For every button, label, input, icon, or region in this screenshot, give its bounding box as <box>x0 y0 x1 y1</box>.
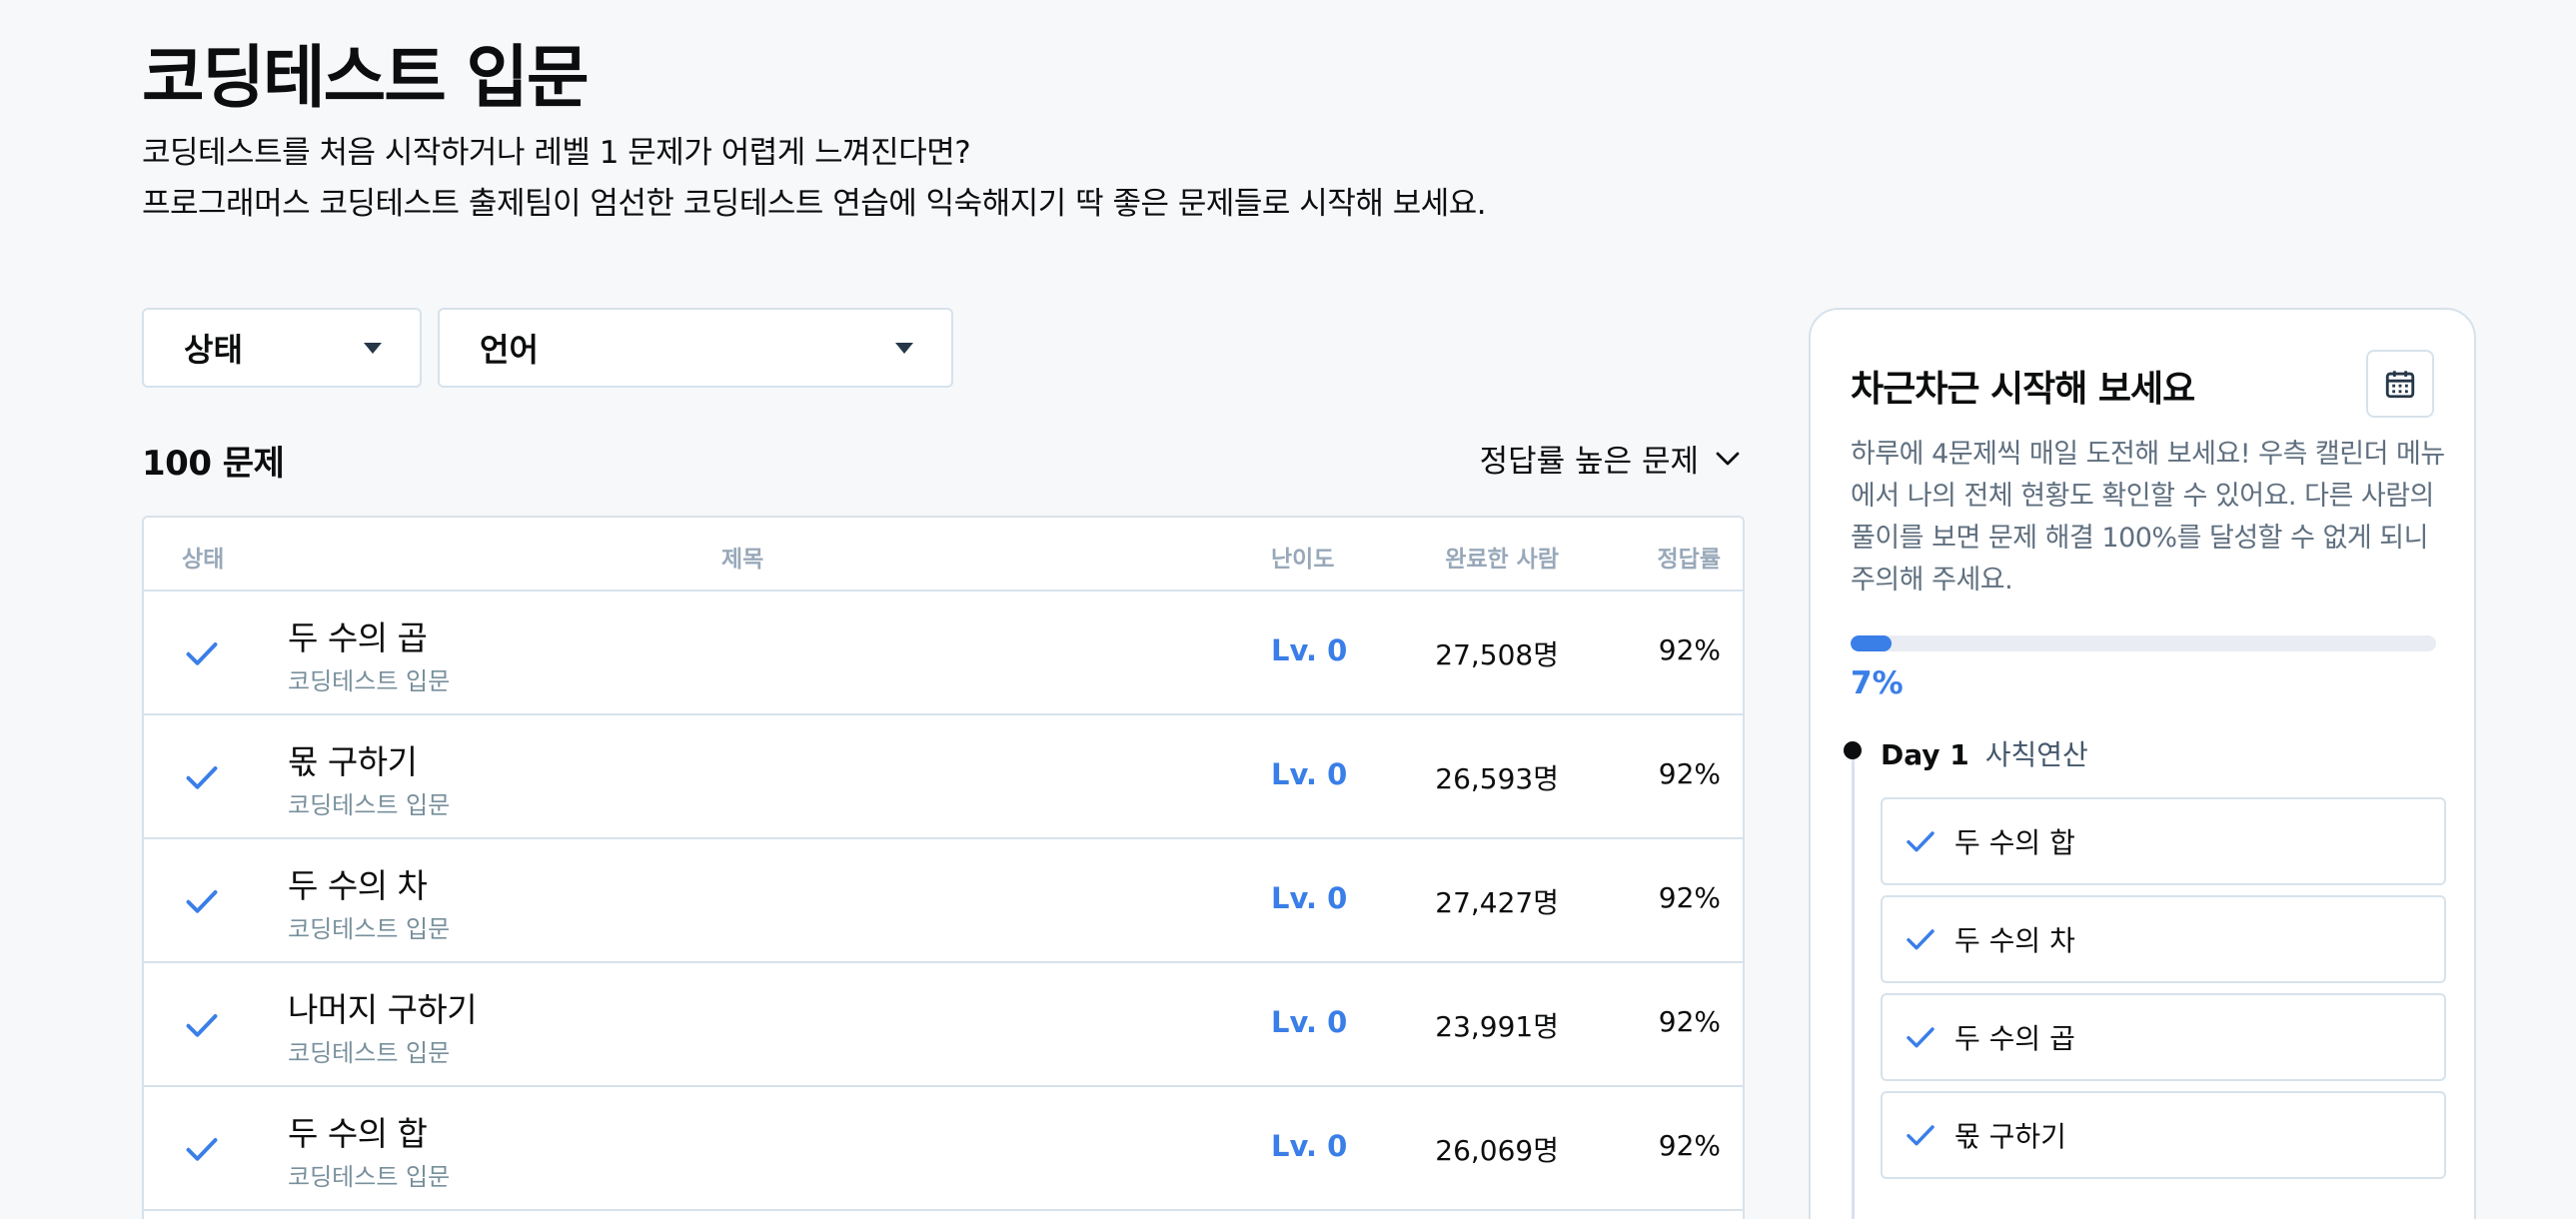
check-icon <box>1907 929 1934 950</box>
description-line-2: 프로그래머스 코딩테스트 출제팀이 엄선한 코딩테스트 연습에 익숙해지기 딱 … <box>142 186 1487 222</box>
progress-label: 7% <box>1851 665 1904 701</box>
check-icon <box>1907 1027 1934 1048</box>
description-line-1: 코딩테스트를 처음 시작하거나 레벨 1 문제가 어렵게 느껴진다면? <box>142 135 971 171</box>
task-title: 몫 구하기 <box>1954 1120 2066 1153</box>
status-filter-dropdown[interactable]: 상태 <box>142 308 422 388</box>
problem-category: 코딩테스트 입문 <box>288 1163 451 1191</box>
language-filter-dropdown[interactable]: 언어 <box>438 308 953 388</box>
check-icon <box>186 1138 218 1161</box>
task-item[interactable]: 두 수의 차 <box>1881 895 2446 983</box>
problem-category: 코딩테스트 입문 <box>288 667 451 695</box>
calendar-button[interactable] <box>2366 350 2434 418</box>
study-plan-panel: 차근차근 시작해 보세요 하루에 4문제씩 매일 도전해 보세요! 우측 캘린더… <box>1809 308 2476 1219</box>
problem-rate: 92% <box>1658 633 1721 666</box>
header-completed[interactable]: 완료한 사람 <box>1445 540 1559 574</box>
day-heading: Day 1 사칙연산 <box>1881 733 2088 773</box>
caret-down-icon <box>364 342 382 354</box>
problem-title-link[interactable]: 나머지 구하기 <box>288 983 478 1031</box>
problem-rate: 92% <box>1658 1005 1721 1038</box>
problem-category: 코딩테스트 입문 <box>288 791 451 819</box>
problem-category: 코딩테스트 입문 <box>288 915 451 943</box>
table-row[interactable]: 몫 구하기 코딩테스트 입문 Lv. 0 26,593명 92% <box>144 715 1743 839</box>
problem-completed-count: 27,427명 <box>1435 886 1559 919</box>
table-row[interactable]: 나머지 구하기 코딩테스트 입문 Lv. 0 23,991명 92% <box>144 963 1743 1087</box>
check-icon <box>186 890 218 913</box>
language-filter-label: 언어 <box>480 331 539 369</box>
problem-level: Lv. 0 <box>1271 757 1348 791</box>
table-row[interactable]: 두 수의 합 코딩테스트 입문 Lv. 0 26,069명 92% <box>144 1087 1743 1211</box>
page-description: 코딩테스트를 처음 시작하거나 레벨 1 문제가 어렵게 느껴진다면? 프로그래… <box>142 128 1487 230</box>
sort-dropdown[interactable]: 정답률 높은 문제 <box>1480 436 1743 481</box>
table-row[interactable]: 두 수의 차 코딩테스트 입문 Lv. 0 27,427명 92% <box>144 839 1743 963</box>
header-rate[interactable]: 정답률 <box>1658 540 1721 574</box>
check-icon <box>186 642 218 665</box>
day-label: Day 1 <box>1881 738 1969 771</box>
day-topic: 사칙연산 <box>1984 738 2088 771</box>
problem-completed-count: 26,069명 <box>1435 1134 1559 1167</box>
task-title: 두 수의 곱 <box>1954 1022 2075 1055</box>
problem-rate: 92% <box>1658 881 1721 914</box>
problem-title-link[interactable]: 몫 구하기 <box>288 735 418 783</box>
sort-label: 정답률 높은 문제 <box>1479 444 1699 480</box>
header-status[interactable]: 상태 <box>182 540 224 574</box>
timeline-line <box>1852 749 1855 1219</box>
check-icon <box>1907 1125 1934 1146</box>
task-title: 두 수의 합 <box>1954 826 2075 859</box>
check-icon <box>186 1014 218 1037</box>
status-filter-label: 상태 <box>184 331 243 369</box>
problem-count: 100 문제 <box>142 444 285 484</box>
problem-rate: 92% <box>1658 1129 1721 1162</box>
header-title: 제목 <box>721 547 764 573</box>
panel-title: 차근차근 시작해 보세요 <box>1851 369 2195 410</box>
caret-down-icon <box>895 342 913 354</box>
problem-level: Lv. 0 <box>1271 1005 1348 1039</box>
timeline-dot <box>1844 741 1862 759</box>
problem-table: 상태 제목 난이도 완료한 사람 정답률 두 수의 곱 코딩테스트 입문 Lv.… <box>142 516 1745 1219</box>
problem-level: Lv. 0 <box>1271 633 1348 667</box>
progress-fill <box>1851 635 1893 651</box>
problem-completed-count: 23,991명 <box>1435 1010 1559 1043</box>
check-icon <box>186 766 218 789</box>
calendar-icon <box>2385 371 2415 399</box>
problem-level: Lv. 0 <box>1271 881 1348 915</box>
table-row[interactable]: 두 수의 곱 코딩테스트 입문 Lv. 0 27,508명 92% <box>144 592 1743 715</box>
table-header: 상태 제목 난이도 완료한 사람 정답률 <box>144 518 1743 592</box>
problem-title-link[interactable]: 두 수의 합 <box>288 1107 428 1155</box>
header-level[interactable]: 난이도 <box>1271 540 1334 574</box>
task-item[interactable]: 몫 구하기 <box>1881 1091 2446 1179</box>
problem-category: 코딩테스트 입문 <box>288 1039 451 1067</box>
progress-bar <box>1851 635 2436 651</box>
check-icon <box>1907 831 1934 852</box>
problem-completed-count: 26,593명 <box>1435 762 1559 795</box>
problem-level: Lv. 0 <box>1271 1129 1348 1163</box>
chevron-down-icon <box>1716 452 1740 465</box>
task-item[interactable]: 두 수의 합 <box>1881 797 2446 885</box>
task-title: 두 수의 차 <box>1954 924 2075 957</box>
problem-rate: 92% <box>1658 757 1721 790</box>
problem-completed-count: 27,508명 <box>1435 638 1559 671</box>
panel-description: 하루에 4문제씩 매일 도전해 보세요! 우측 캘린더 메뉴에서 나의 전체 현… <box>1851 439 2445 596</box>
task-item[interactable]: 두 수의 곱 <box>1881 993 2446 1081</box>
problem-title-link[interactable]: 두 수의 곱 <box>288 611 428 659</box>
problem-title-link[interactable]: 두 수의 차 <box>288 859 428 907</box>
page-title: 코딩테스트 입문 <box>142 39 590 118</box>
